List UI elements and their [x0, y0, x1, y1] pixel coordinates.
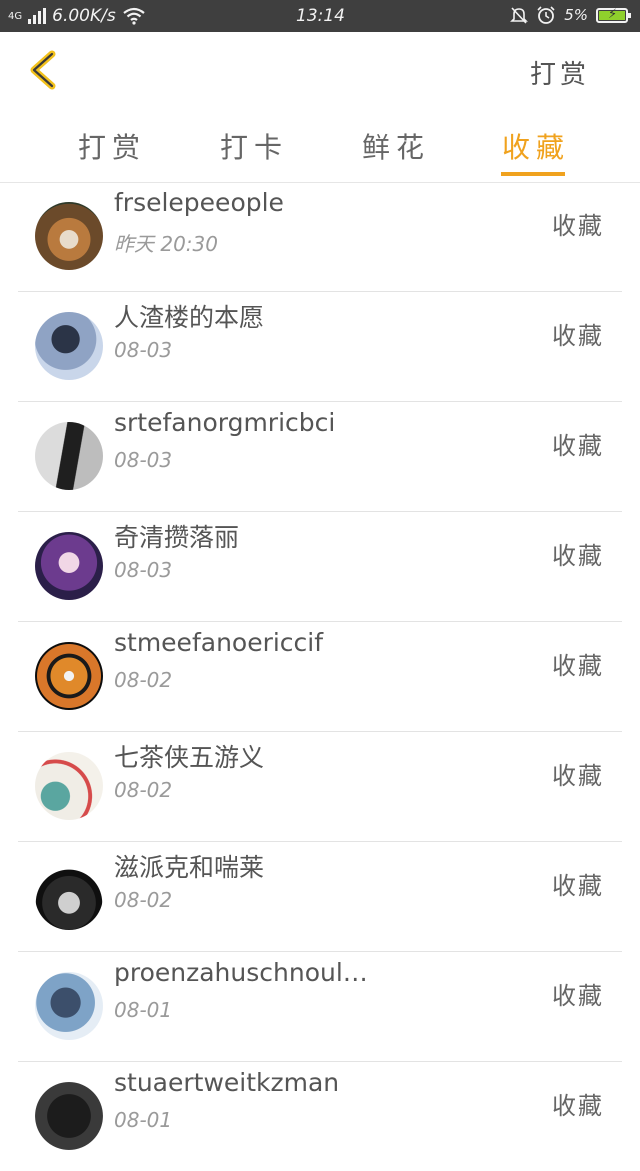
user-name: 人渣楼的本愿 [114, 303, 265, 332]
list-item[interactable]: 七茶侠五游义 08-02 收藏 [18, 732, 622, 842]
favorite-label: 收藏 [552, 872, 604, 900]
user-name: 奇清攒落丽 [114, 523, 240, 552]
avatar[interactable] [35, 312, 103, 380]
timestamp: 08-02 [114, 668, 173, 692]
mute-icon [510, 7, 529, 24]
alarm-icon [537, 6, 555, 24]
charging-icon: ⚡ [608, 6, 618, 22]
timestamp: 08-02 [114, 888, 173, 912]
favorite-label: 收藏 [552, 1092, 604, 1120]
timestamp: 08-03 [114, 338, 173, 362]
favorite-label: 收藏 [552, 432, 604, 460]
user-name: srtefanorgmricbci [114, 408, 336, 437]
user-name: proenzahuschnoul… [114, 958, 368, 987]
user-name: 七茶侠五游义 [114, 743, 265, 772]
list-item[interactable]: 奇清攒落丽 08-03 收藏 [18, 512, 622, 622]
timestamp: 08-03 [114, 558, 173, 582]
user-name: stuaertweitkzman [114, 1068, 340, 1097]
tab-favorites[interactable]: 收藏 [502, 126, 570, 166]
favorite-label: 收藏 [552, 542, 604, 570]
user-name: stmeefanoericcif [114, 628, 324, 657]
wifi-icon [123, 7, 145, 25]
network-type: 4G [8, 10, 23, 22]
favorite-label: 收藏 [552, 212, 604, 240]
reward-button[interactable]: 打赏 [530, 54, 590, 91]
list-item[interactable]: stmeefanoericcif 08-02 收藏 [18, 622, 622, 732]
user-name: 滋派克和喘莱 [114, 853, 265, 882]
battery-icon: ⚡ [596, 6, 631, 23]
list-item[interactable]: srtefanorgmricbci 08-03 收藏 [18, 402, 622, 512]
signal-icon [28, 8, 47, 24]
list-item[interactable]: frselepeeople 昨天 20:30 收藏 [18, 182, 622, 292]
avatar[interactable] [35, 1082, 103, 1150]
network-speed: 6.00K/s [52, 6, 116, 26]
back-button[interactable] [24, 50, 64, 90]
active-tab-indicator [501, 172, 565, 176]
timestamp: 08-02 [114, 778, 173, 802]
tab-checkin[interactable]: 打卡 [220, 126, 288, 166]
status-bar: 4G 6.00K/s 13:14 5% ⚡ [0, 0, 640, 32]
favorite-label: 收藏 [552, 652, 604, 680]
avatar[interactable] [35, 862, 103, 930]
status-left: 4G 6.00K/s [8, 6, 146, 26]
avatar[interactable] [35, 422, 103, 490]
header: 打赏 [0, 32, 640, 110]
clock: 13:14 [296, 6, 345, 26]
list-item[interactable]: stuaertweitkzman 08-01 收藏 [18, 1062, 622, 1171]
timestamp: 08-01 [114, 998, 173, 1022]
timestamp: 昨天 20:30 [114, 232, 218, 256]
list-item[interactable]: proenzahuschnoul… 08-01 收藏 [18, 952, 622, 1062]
avatar[interactable] [35, 202, 103, 270]
favorites-list: frselepeeople 昨天 20:30 收藏 人渣楼的本愿 08-03 收… [18, 182, 622, 1171]
list-item[interactable]: 人渣楼的本愿 08-03 收藏 [18, 292, 622, 402]
avatar[interactable] [35, 532, 103, 600]
list-item[interactable]: 滋派克和喘莱 08-02 收藏 [18, 842, 622, 952]
user-name: frselepeeople [114, 188, 284, 217]
timestamp: 08-01 [114, 1108, 173, 1132]
battery-level: 5% [564, 6, 588, 24]
favorite-label: 收藏 [552, 982, 604, 1010]
avatar[interactable] [35, 642, 103, 710]
timestamp: 08-03 [114, 448, 173, 472]
favorite-label: 收藏 [552, 762, 604, 790]
tab-flowers[interactable]: 鲜花 [362, 126, 430, 166]
avatar[interactable] [35, 752, 103, 820]
status-right: 5% ⚡ [510, 5, 631, 25]
favorite-label: 收藏 [552, 322, 604, 350]
avatar[interactable] [35, 972, 103, 1040]
tab-reward[interactable]: 打赏 [78, 126, 146, 166]
